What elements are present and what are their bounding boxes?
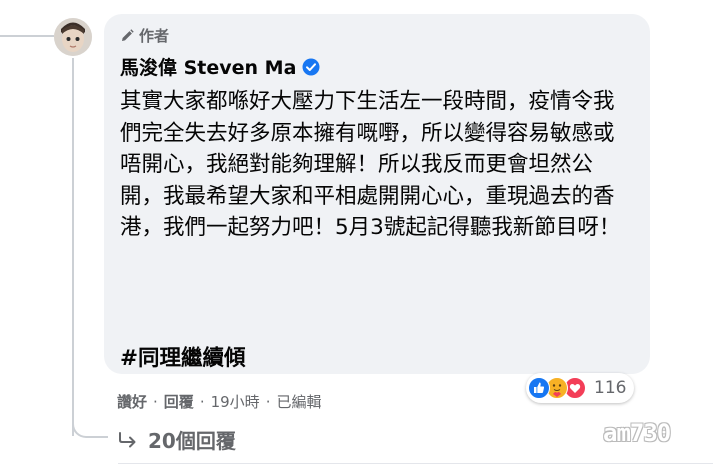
reply-button[interactable]: 回覆 [164, 391, 194, 412]
author-name-row: 馬浚偉 Steven Ma [120, 53, 320, 80]
replies-label: 20個回覆 [148, 429, 236, 453]
separator-dot: · [199, 392, 205, 411]
comment-actions: 讚好 · 回覆 · 19小時 · 已編輯 [117, 391, 321, 412]
timestamp[interactable]: 19小時 [211, 391, 260, 412]
reaction-count: 116 [594, 378, 627, 398]
divider [118, 463, 713, 464]
verified-badge-icon [302, 58, 320, 75]
watermark-logo: am730 [603, 419, 671, 447]
thread-line-curve [72, 420, 108, 438]
separator-dot: · [153, 392, 158, 411]
like-icon [528, 377, 550, 399]
author-badge-label: 作者 [139, 27, 170, 45]
separator-dot: · [265, 392, 271, 411]
reactions-summary[interactable]: 116 [526, 373, 635, 403]
author-badge: 作者 [120, 25, 169, 46]
edited-label: 已編輯 [276, 393, 322, 411]
avatar-image [54, 18, 92, 56]
hashtag-link[interactable]: #同理繼續傾 [120, 341, 246, 372]
like-button[interactable]: 讚好 [117, 391, 147, 412]
thread-line-vertical [72, 58, 74, 436]
thread-line-top [0, 35, 54, 37]
reply-arrow-icon [119, 431, 136, 447]
pencil-icon [122, 28, 134, 41]
comment-text: 其實大家都喺好大壓力下生活左一段時間，疫情令我們完全失去好多原本擁有嘅嘢，所以變… [120, 89, 621, 240]
comment-bubble: 作者 馬浚偉 Steven Ma 其實大家都喺好大壓力下生活左一段時間，疫情令我… [104, 14, 650, 374]
avatar[interactable] [54, 18, 92, 56]
author-name[interactable]: 馬浚偉 Steven Ma [120, 53, 296, 80]
view-replies-button[interactable]: 20個回覆 [118, 425, 236, 454]
